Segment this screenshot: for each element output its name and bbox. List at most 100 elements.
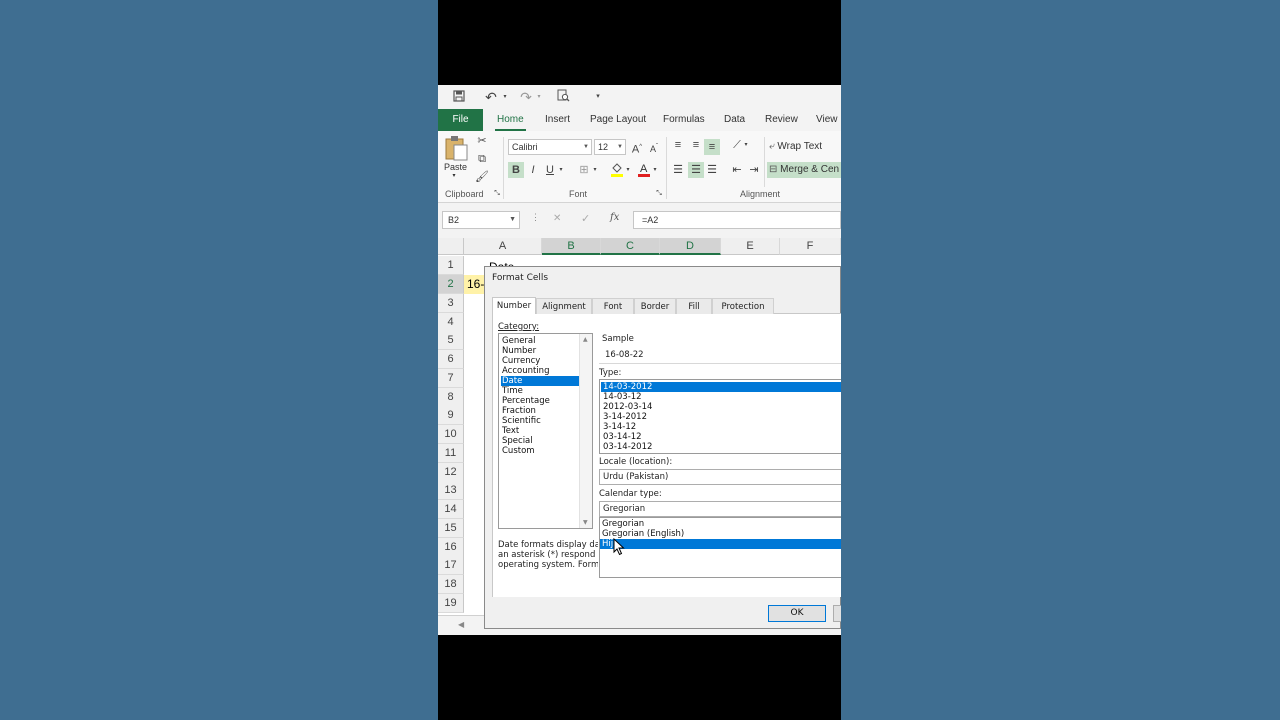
font-size-combo[interactable]: 12 ▼ [594, 139, 626, 155]
list-item[interactable]: Text [501, 426, 579, 436]
align-top-icon[interactable]: ≡ [670, 137, 686, 153]
shrink-font-icon[interactable]: Aˇ [646, 139, 662, 155]
chevron-down-icon[interactable]: ▾ [535, 89, 543, 105]
row-header[interactable]: 7 [438, 369, 464, 388]
list-item[interactable]: Gregorian (English) [600, 529, 841, 539]
locale-select[interactable]: Urdu (Pakistan) [599, 469, 841, 485]
tab-font[interactable]: Font [592, 298, 634, 314]
tab-review[interactable]: Review [763, 109, 800, 131]
column-header-f[interactable]: F [780, 238, 841, 255]
copy-icon[interactable]: ⧉ [474, 151, 490, 167]
increase-indent-icon[interactable]: ⇥ [746, 162, 762, 178]
category-list[interactable]: General Number Currency Accounting Date … [498, 333, 593, 529]
row-header[interactable]: 10 [438, 425, 464, 444]
redo-icon[interactable]: ↷ [519, 89, 533, 105]
list-item[interactable]: Number [501, 346, 579, 356]
row-header[interactable]: 1 [438, 256, 464, 275]
undo-icon[interactable]: ↶ [484, 89, 498, 105]
list-item[interactable]: Accounting [501, 366, 579, 376]
select-all-corner[interactable] [438, 238, 464, 255]
tab-page-layout[interactable]: Page Layout [588, 109, 648, 131]
align-center-icon[interactable]: ☰ [688, 162, 704, 178]
tab-number[interactable]: Number [492, 297, 536, 314]
tab-insert[interactable]: Insert [543, 109, 572, 131]
tab-data[interactable]: Data [722, 109, 747, 131]
calendar-type-select[interactable]: Gregorian [599, 501, 841, 517]
scroll-left-icon[interactable]: ◀ [458, 620, 464, 629]
scroll-up-icon[interactable]: ▲ [583, 336, 588, 343]
list-item[interactable]: 3-14-2012 [601, 412, 841, 422]
customize-qat-icon[interactable]: ▾ [593, 89, 603, 105]
tab-file[interactable]: File [438, 109, 483, 131]
bold-button[interactable]: B [508, 162, 524, 178]
chevron-down-icon[interactable]: ▾ [624, 162, 632, 178]
row-header[interactable]: 16 [438, 538, 464, 557]
list-item[interactable]: 03-14-2012 [601, 442, 841, 452]
tab-fill[interactable]: Fill [676, 298, 712, 314]
decrease-indent-icon[interactable]: ⇤ [729, 162, 745, 178]
tab-border[interactable]: Border [634, 298, 676, 314]
list-item[interactable]: Scientific [501, 416, 579, 426]
list-item[interactable]: 2012-03-14 [601, 402, 841, 412]
column-header-c[interactable]: C [601, 238, 660, 255]
row-header[interactable]: 3 [438, 294, 464, 313]
list-item[interactable]: Special [501, 436, 579, 446]
row-header[interactable]: 15 [438, 519, 464, 538]
tab-alignment[interactable]: Alignment [536, 298, 592, 314]
row-header[interactable]: 19 [438, 594, 464, 613]
list-item[interactable]: Currency [501, 356, 579, 366]
column-header-a[interactable]: A [464, 238, 542, 255]
list-item[interactable]: Gregorian [600, 519, 841, 529]
chevron-down-icon[interactable]: ▾ [591, 162, 599, 178]
column-header-e[interactable]: E [721, 238, 780, 255]
formula-input[interactable]: =A2 [633, 211, 841, 229]
row-header[interactable]: 17 [438, 556, 464, 575]
row-header[interactable]: 11 [438, 444, 464, 463]
list-item[interactable]: General [501, 336, 579, 346]
cancel-button[interactable] [833, 605, 841, 622]
fill-color-icon[interactable] [609, 161, 625, 177]
cancel-icon[interactable]: ✕ [553, 213, 561, 224]
dialog-launcher-icon[interactable]: ⤡ [492, 189, 502, 199]
row-header[interactable]: 18 [438, 575, 464, 594]
align-bottom-icon[interactable]: ≡ [704, 139, 720, 155]
underline-button[interactable]: U [542, 162, 558, 178]
row-header[interactable]: 12 [438, 463, 464, 482]
cut-icon[interactable]: ✂ [474, 133, 490, 149]
grow-font-icon[interactable]: A^ [629, 139, 645, 156]
save-icon[interactable] [452, 89, 466, 105]
ok-button[interactable]: OK [768, 605, 826, 622]
merge-center-button[interactable]: ⊟ Merge & Cen [767, 162, 841, 178]
row-header[interactable]: 13 [438, 481, 464, 500]
row-header[interactable]: 9 [438, 406, 464, 425]
tab-formulas[interactable]: Formulas [661, 109, 707, 131]
category-scrollbar[interactable]: ▲ ▼ [579, 334, 592, 528]
insert-function-icon[interactable]: fx [610, 212, 619, 223]
italic-button[interactable]: I [525, 162, 541, 178]
row-header[interactable]: 6 [438, 350, 464, 369]
tab-home[interactable]: Home [495, 109, 526, 131]
type-list[interactable]: 14-03-2012 14-03-12 2012-03-14 3-14-2012… [599, 379, 841, 454]
chevron-down-icon[interactable]: ▾ [557, 162, 565, 178]
borders-icon[interactable]: ⊞ [576, 162, 592, 178]
column-header-d[interactable]: D [660, 238, 721, 255]
chevron-down-icon[interactable]: ▾ [501, 89, 509, 105]
enter-icon[interactable]: ✓ [581, 212, 590, 225]
list-item[interactable]: 03-14-12 [601, 432, 841, 442]
font-name-combo[interactable]: Calibri ▼ [508, 139, 592, 155]
column-header-b[interactable]: B [542, 238, 601, 255]
calendar-type-dropdown[interactable]: Gregorian Gregorian (English) Hiji [599, 517, 841, 578]
tab-view[interactable]: View [814, 109, 840, 131]
chevron-down-icon[interactable]: ▾ [742, 137, 750, 153]
list-item[interactable]: Time [501, 386, 579, 396]
paste-button[interactable]: Paste ▾ [444, 135, 472, 183]
font-color-icon[interactable]: A [636, 161, 652, 177]
row-header[interactable]: 5 [438, 331, 464, 350]
name-box[interactable]: B2 ▼ [442, 211, 520, 229]
align-left-icon[interactable]: ☰ [670, 162, 686, 178]
list-item-selected[interactable]: Date [501, 376, 579, 386]
print-preview-icon[interactable] [556, 89, 570, 105]
dialog-launcher-icon[interactable]: ⤡ [654, 189, 664, 199]
list-item[interactable]: Custom [501, 446, 579, 456]
scroll-down-icon[interactable]: ▼ [583, 519, 588, 526]
